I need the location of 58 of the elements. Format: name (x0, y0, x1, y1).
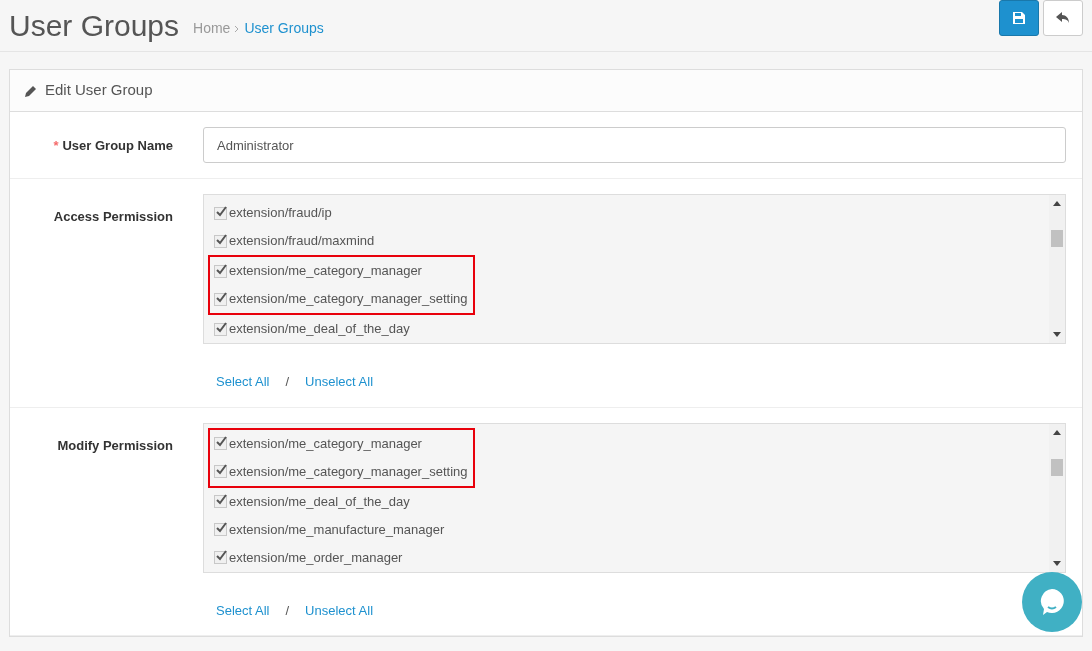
check-icon (215, 436, 228, 448)
breadcrumb-link[interactable]: Home (193, 18, 231, 39)
permission-label: extension/fraud/maxmind (229, 232, 375, 251)
scroll-thumb[interactable] (1051, 230, 1063, 247)
permission-label: extension/me_category_manager_setting (229, 462, 468, 481)
separator: / (285, 601, 290, 620)
field-label: Access Permission (53, 209, 173, 224)
scrollbar[interactable] (1049, 423, 1065, 572)
check-icon (215, 494, 228, 506)
select-all-link[interactable]: Select All (216, 372, 270, 392)
select-all-link[interactable]: Select All (216, 600, 270, 620)
scroll-up-icon[interactable] (1053, 201, 1061, 206)
separator: / (285, 373, 290, 391)
page-title: User Groups (9, 8, 180, 44)
check-icon (215, 550, 228, 562)
reply-arrow-icon (1056, 11, 1070, 24)
checkbox[interactable] (214, 322, 227, 336)
permission-label: extension/me_manufacture_manager (229, 520, 445, 539)
scroll-up-icon[interactable] (1053, 429, 1061, 435)
checkbox[interactable] (214, 465, 227, 478)
panel-title: Edit User Group (45, 80, 153, 101)
check-icon (215, 291, 228, 304)
scroll-down-icon[interactable] (1053, 560, 1061, 566)
permission-label: extension/me_order_manager (229, 548, 403, 567)
pencil-icon (25, 84, 37, 97)
checkbox[interactable] (214, 495, 227, 508)
field-label: User Group Name (62, 138, 173, 153)
field-label: Modify Permission (57, 437, 173, 453)
save-button[interactable] (999, 0, 1039, 36)
speech-bubble-icon (1038, 588, 1066, 616)
checkbox[interactable] (214, 437, 227, 450)
permission-label: extension/me_deal_of_the_day (229, 492, 410, 511)
breadcrumb-link[interactable]: User Groups (244, 18, 324, 39)
required-asterisk: * (53, 138, 59, 153)
checkbox[interactable] (214, 206, 227, 220)
permission-label: extension/me_category_manager (229, 434, 422, 453)
unselect-all-link[interactable]: Unselect All (305, 600, 374, 620)
group-name-input[interactable]: Administrator (203, 127, 1066, 163)
permission-label: extension/fraud/ip (229, 204, 332, 223)
check-icon (215, 233, 228, 246)
checkbox[interactable] (214, 523, 227, 536)
check-icon (215, 205, 228, 218)
scroll-down-icon[interactable] (1053, 332, 1061, 337)
scrollbar[interactable] (1049, 195, 1065, 343)
permission-label: extension/me_category_manager_setting (229, 290, 468, 309)
scroll-thumb[interactable] (1051, 458, 1063, 476)
unselect-all-link[interactable]: Unselect All (305, 372, 374, 392)
back-button[interactable] (1043, 0, 1083, 36)
permission-label: extension/me_category_manager (229, 262, 422, 281)
checkbox[interactable] (214, 292, 227, 306)
checkbox[interactable] (214, 234, 227, 248)
check-icon (215, 321, 228, 334)
permission-label: extension/me_deal_of_the_day (229, 320, 410, 339)
check-icon (215, 263, 228, 276)
check-icon (215, 464, 228, 476)
checkbox[interactable] (214, 264, 227, 278)
checkbox[interactable] (214, 551, 227, 564)
check-icon (215, 522, 228, 534)
